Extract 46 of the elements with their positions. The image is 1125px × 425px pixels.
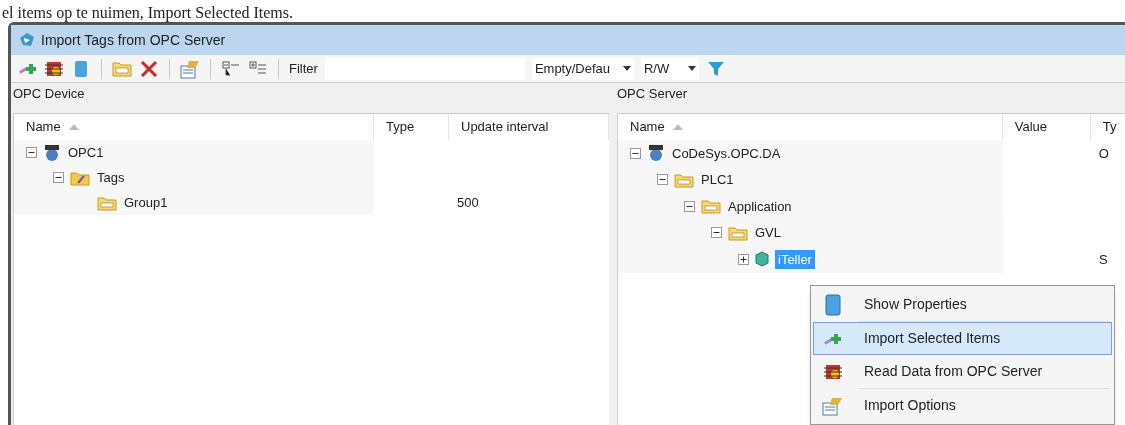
collapse-icon[interactable]	[53, 172, 64, 183]
collapse-icon[interactable]	[711, 227, 722, 239]
folder-icon	[674, 171, 694, 188]
collapse-icon[interactable]	[684, 200, 695, 212]
caret-icon	[622, 66, 631, 71]
collapse-icon[interactable]	[657, 174, 668, 186]
column-header[interactable]: Value	[1002, 114, 1091, 140]
menu-item[interactable]: Show Properties	[813, 288, 1112, 321]
table-cell-text: S	[1099, 250, 1108, 269]
caption-text: el items op te nuimen, Import Selected Items.	[2, 4, 294, 22]
column-header[interactable]: Update interval	[449, 114, 609, 140]
app-logo-icon	[19, 32, 35, 48]
dropdown[interactable]: Empty/Defau	[531, 57, 634, 80]
column-header[interactable]: Type	[374, 114, 449, 140]
menu-item[interactable]: Read Data from OPC Server	[813, 355, 1112, 388]
menu-item[interactable]: Import Selected Items	[813, 322, 1112, 355]
tree-item[interactable]: Tags	[96, 167, 126, 188]
folder-icon	[728, 224, 748, 241]
window-title: Import Tags from OPC Server	[41, 30, 226, 50]
table-cell-text: O	[1098, 144, 1109, 163]
sort-arrow-icon	[672, 124, 683, 130]
folder-icon	[701, 198, 721, 215]
tree-item[interactable]: GVL	[754, 223, 782, 243]
tree-item[interactable]: Application	[727, 196, 793, 216]
panel-title: OPC Server	[617, 85, 688, 104]
folder-icon	[70, 169, 90, 186]
menu-item[interactable]: Import Options	[813, 389, 1112, 422]
caret-icon	[687, 66, 696, 71]
expand-icon[interactable]	[738, 253, 749, 265]
table-cell-text: 500	[457, 193, 479, 212]
collapse-icon[interactable]	[26, 147, 37, 158]
filter-label: Filter	[289, 59, 318, 78]
page-icon	[824, 293, 842, 316]
dropdown[interactable]: R/W	[640, 57, 699, 80]
tree-item[interactable]: Group1	[123, 192, 169, 213]
panel-title: OPC Device	[13, 85, 85, 104]
cube-icon	[755, 251, 769, 268]
tree-item[interactable]: OPC1	[67, 142, 105, 163]
column-header[interactable]: Ty	[1090, 114, 1125, 140]
sort-arrow-icon	[68, 124, 79, 130]
collapse-all-icon[interactable]	[221, 58, 241, 79]
delete-icon[interactable]	[139, 58, 159, 79]
collapse-icon[interactable]	[630, 147, 641, 159]
settings-icon	[822, 395, 844, 416]
folder-icon	[97, 194, 117, 211]
tree-item[interactable]: PLC1	[700, 170, 735, 190]
